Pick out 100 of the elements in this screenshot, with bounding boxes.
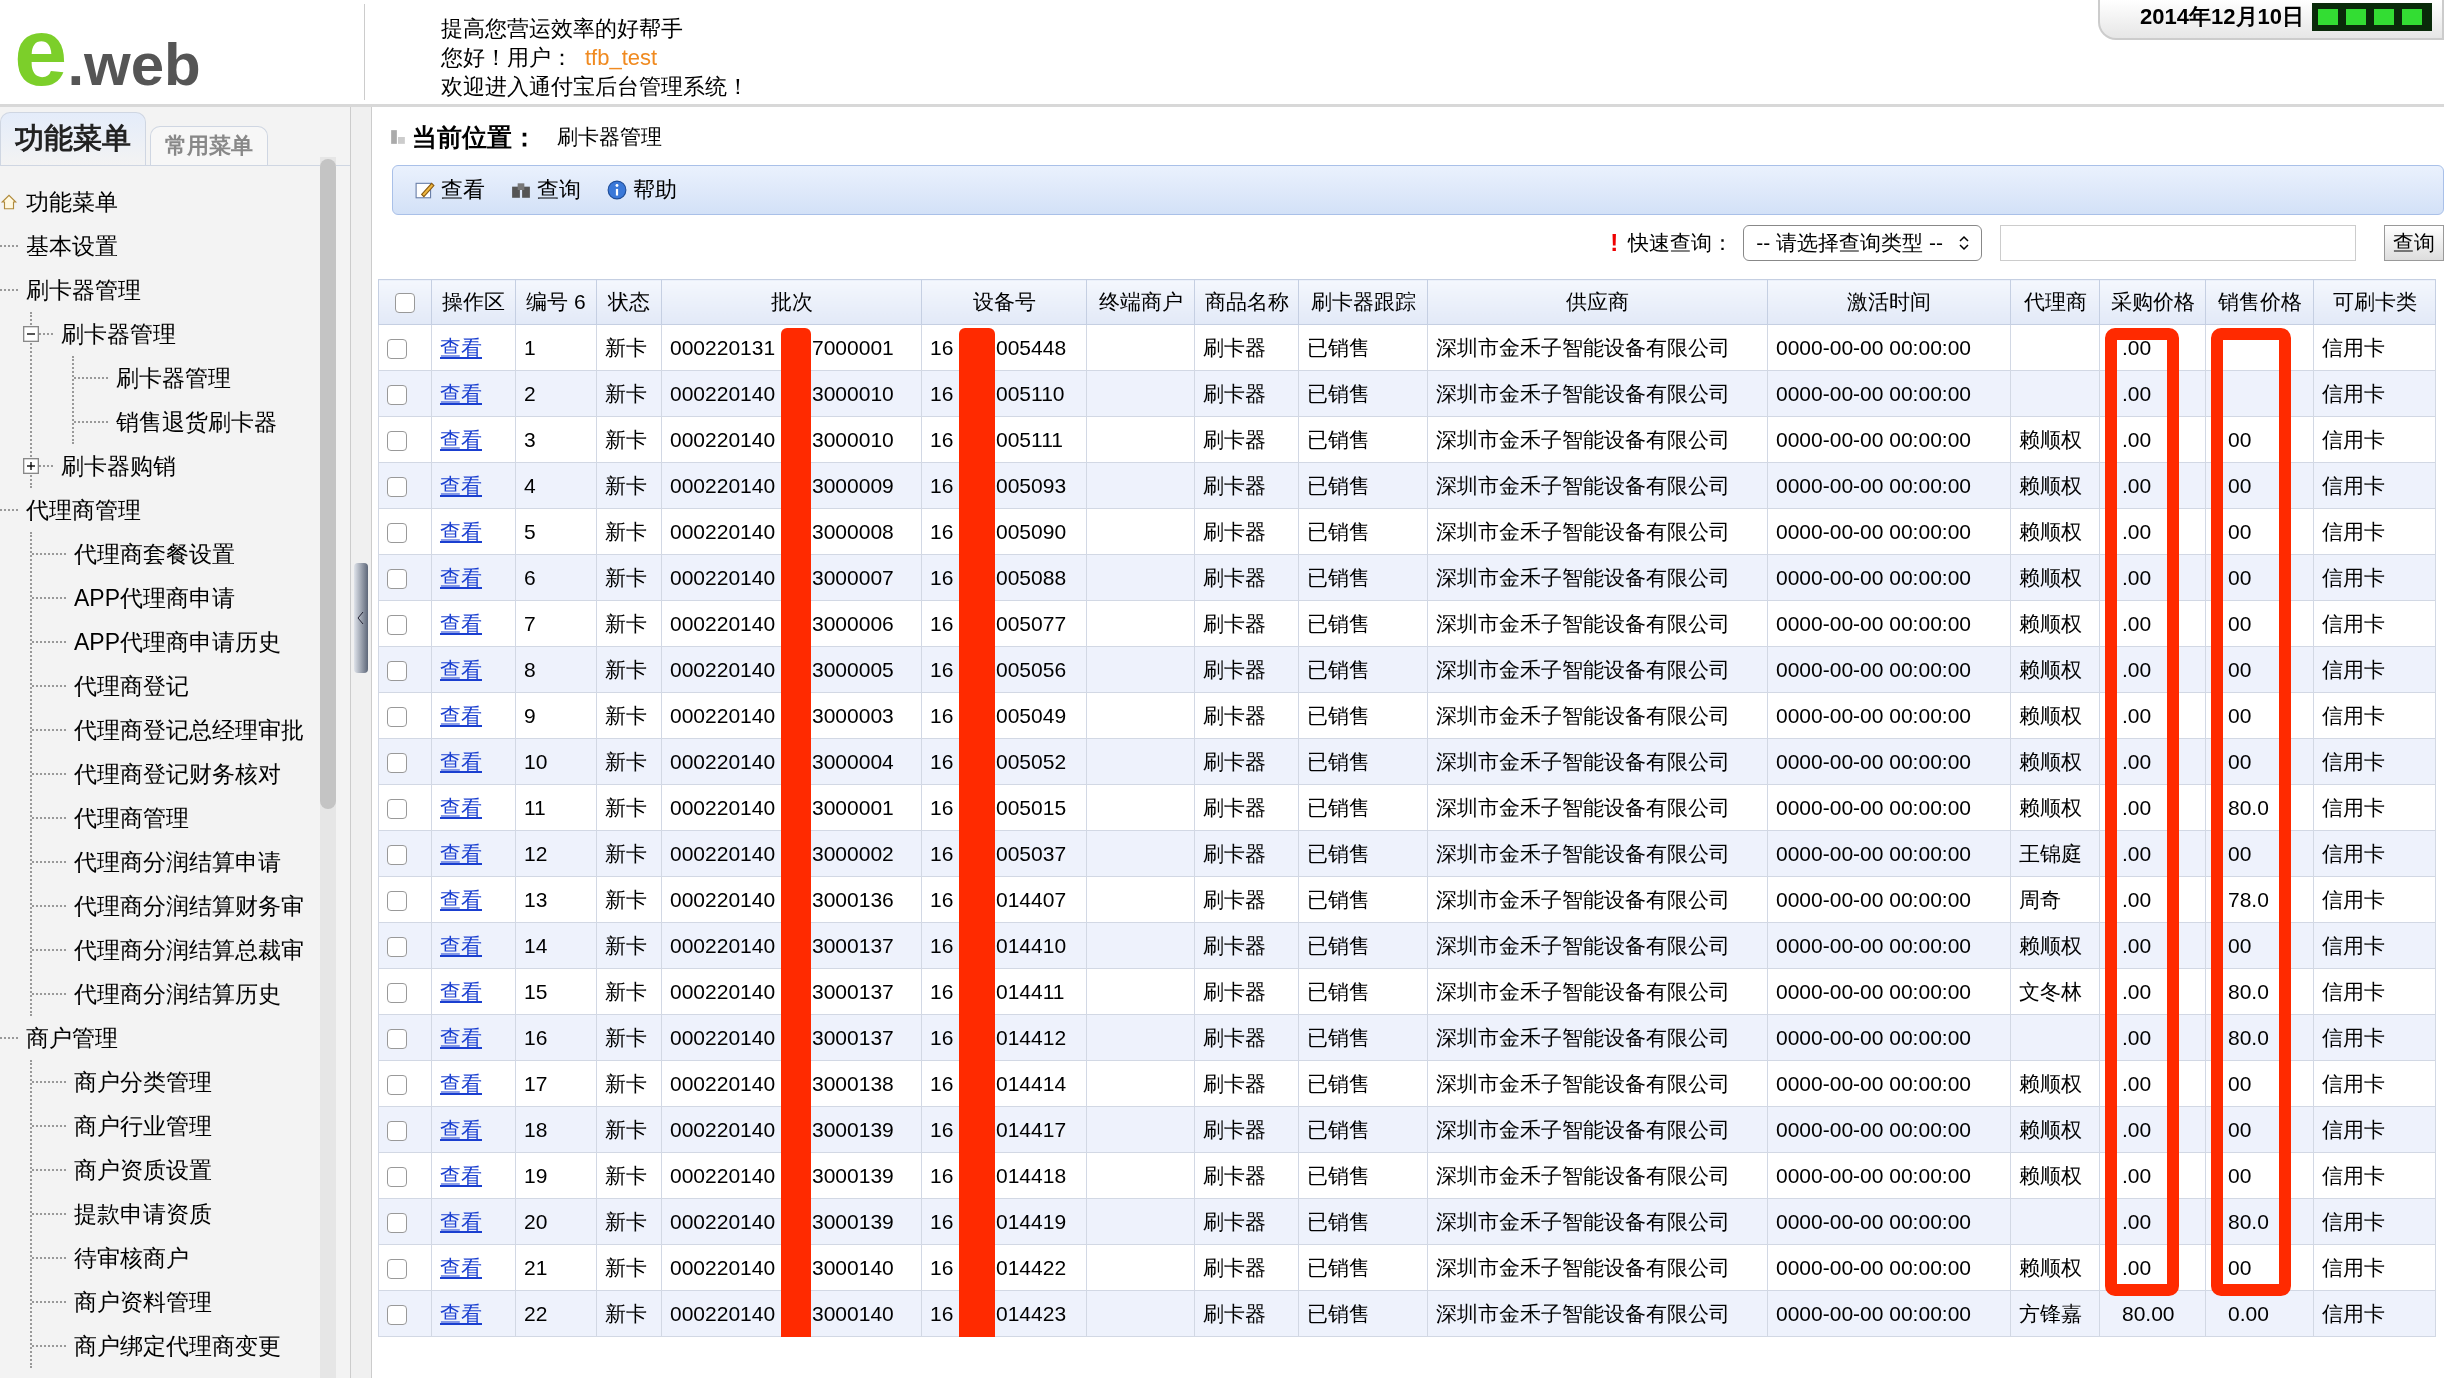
row-checkbox[interactable] <box>387 1304 407 1325</box>
collapse-icon[interactable] <box>23 326 39 342</box>
column-header[interactable]: 采购价格 <box>2099 279 2206 325</box>
menu-item[interactable]: 基本设置 <box>26 230 118 262</box>
row-checkbox[interactable] <box>387 522 407 543</box>
row-checkbox[interactable] <box>387 1212 407 1233</box>
menu-item[interactable]: 代理商管理 <box>26 494 141 526</box>
view-link[interactable]: 查看 <box>440 1163 482 1187</box>
menu-item[interactable]: 销售退货刷卡器 <box>116 406 277 438</box>
view-link[interactable]: 查看 <box>440 979 482 1003</box>
row-checkbox[interactable] <box>387 1074 407 1095</box>
query-type-select[interactable]: -- 请选择查询类型 -- <box>1743 225 1982 261</box>
search-button[interactable]: 查询 <box>2384 225 2444 261</box>
row-checkbox[interactable] <box>387 1166 407 1187</box>
column-header[interactable]: 激活时间 <box>1767 279 2011 325</box>
row-checkbox[interactable] <box>387 1120 407 1141</box>
column-header[interactable]: 销售价格 <box>2205 279 2314 325</box>
view-link[interactable]: 查看 <box>440 1071 482 1095</box>
column-header[interactable]: 刷卡器跟踪 <box>1298 279 1428 325</box>
toolbar-button[interactable]: 查询 <box>503 173 589 207</box>
menu-item[interactable]: APP代理商申请历史 <box>74 626 282 658</box>
row-checkbox[interactable] <box>387 660 407 681</box>
scrollbar[interactable] <box>320 157 336 1378</box>
view-link[interactable]: 查看 <box>440 1025 482 1049</box>
column-header[interactable]: 设备号 <box>921 279 1087 325</box>
column-header[interactable]: 编号 6 <box>515 279 597 325</box>
expand-icon[interactable] <box>23 458 39 474</box>
menu-item[interactable]: 代理商分润结算历史 <box>74 978 281 1010</box>
menu-item[interactable]: 代理商登记 <box>74 670 189 702</box>
menu-item[interactable]: 商户资质设置 <box>74 1154 212 1186</box>
table-cell: 新卡 <box>596 922 662 969</box>
view-link[interactable]: 查看 <box>440 381 482 405</box>
column-header[interactable]: 状态 <box>596 279 662 325</box>
menu-item[interactable]: 代理商套餐设置 <box>74 538 235 570</box>
menu-item[interactable]: 商户管理 <box>26 1022 118 1054</box>
column-header[interactable]: 批次 <box>661 279 922 325</box>
column-header[interactable]: 代理商 <box>2010 279 2100 325</box>
menu-item[interactable]: 代理商分润结算总裁审 <box>74 934 304 966</box>
view-link[interactable]: 查看 <box>440 427 482 451</box>
row-checkbox[interactable] <box>387 798 407 819</box>
menu-item[interactable]: 刷卡器管理 <box>26 274 141 306</box>
menu-item[interactable]: 商户绑定代理商变更 <box>74 1330 281 1362</box>
row-checkbox[interactable] <box>387 476 407 497</box>
row-checkbox[interactable] <box>387 338 407 359</box>
row-checkbox[interactable] <box>387 982 407 1003</box>
search-field[interactable] <box>2000 225 2356 261</box>
view-link[interactable]: 查看 <box>440 749 482 773</box>
view-link[interactable]: 查看 <box>440 1117 482 1141</box>
row-checkbox[interactable] <box>387 1258 407 1279</box>
row-checkbox[interactable] <box>387 706 407 727</box>
menu-item[interactable]: 提款申请资质 <box>74 1198 212 1230</box>
menu-item[interactable]: 待审核商户 <box>74 1242 189 1274</box>
column-header[interactable]: 可刷卡类 <box>2313 279 2436 325</box>
view-link[interactable]: 查看 <box>440 795 482 819</box>
row-checkbox[interactable] <box>387 384 407 405</box>
view-link[interactable]: 查看 <box>440 611 482 635</box>
select-all-checkbox[interactable] <box>395 293 415 314</box>
view-link[interactable]: 查看 <box>440 1209 482 1233</box>
menu-item[interactable]: 代理商分润结算申请 <box>74 846 281 878</box>
menu-item[interactable]: 代理商分润结算财务审 <box>74 890 304 922</box>
view-link[interactable]: 查看 <box>440 565 482 589</box>
column-header[interactable]: 操作区 <box>431 279 516 325</box>
row-checkbox[interactable] <box>387 890 407 911</box>
row-checkbox[interactable] <box>387 614 407 635</box>
view-link[interactable]: 查看 <box>440 1301 482 1325</box>
menu-tab[interactable]: 功能菜单 <box>0 112 146 165</box>
row-checkbox[interactable] <box>387 1028 407 1049</box>
menu-item[interactable]: 刷卡器购销 <box>61 450 176 482</box>
table-cell: 22 <box>515 1290 597 1337</box>
view-link[interactable]: 查看 <box>440 473 482 497</box>
view-link[interactable]: 查看 <box>440 657 482 681</box>
toolbar-button[interactable]: 帮助 <box>599 173 685 207</box>
menu-item[interactable]: 商户分类管理 <box>74 1066 212 1098</box>
view-link[interactable]: 查看 <box>440 841 482 865</box>
toolbar-button[interactable]: 查看 <box>407 173 493 207</box>
view-link[interactable]: 查看 <box>440 933 482 957</box>
menu-item[interactable]: 代理商登记财务核对 <box>74 758 281 790</box>
menu-item[interactable]: 代理商管理 <box>74 802 189 834</box>
column-header[interactable]: 终端商户 <box>1086 279 1195 325</box>
view-link[interactable]: 查看 <box>440 1255 482 1279</box>
menu-item[interactable]: 刷卡器管理 <box>116 362 231 394</box>
menu-item[interactable]: 代理商登记总经理审批 <box>74 714 304 746</box>
collapse-handle[interactable] <box>354 562 368 673</box>
view-link[interactable]: 查看 <box>440 519 482 543</box>
view-link[interactable]: 查看 <box>440 703 482 727</box>
menu-item[interactable]: 功能菜单 <box>26 186 118 218</box>
menu-item[interactable]: APP代理商申请 <box>74 582 236 614</box>
column-header[interactable]: 供应商 <box>1427 279 1768 325</box>
column-header[interactable]: 商品名称 <box>1194 279 1299 325</box>
view-link[interactable]: 查看 <box>440 887 482 911</box>
row-checkbox[interactable] <box>387 430 407 451</box>
menu-item[interactable]: 刷卡器管理 <box>61 318 176 350</box>
view-link[interactable]: 查看 <box>440 335 482 359</box>
menu-item[interactable]: 商户资料管理 <box>74 1286 212 1318</box>
row-checkbox[interactable] <box>387 936 407 957</box>
row-checkbox[interactable] <box>387 752 407 773</box>
row-checkbox[interactable] <box>387 844 407 865</box>
menu-item[interactable]: 商户行业管理 <box>74 1110 212 1142</box>
table-cell: 深圳市金禾子智能设备有限公司 <box>1427 646 1768 693</box>
row-checkbox[interactable] <box>387 568 407 589</box>
